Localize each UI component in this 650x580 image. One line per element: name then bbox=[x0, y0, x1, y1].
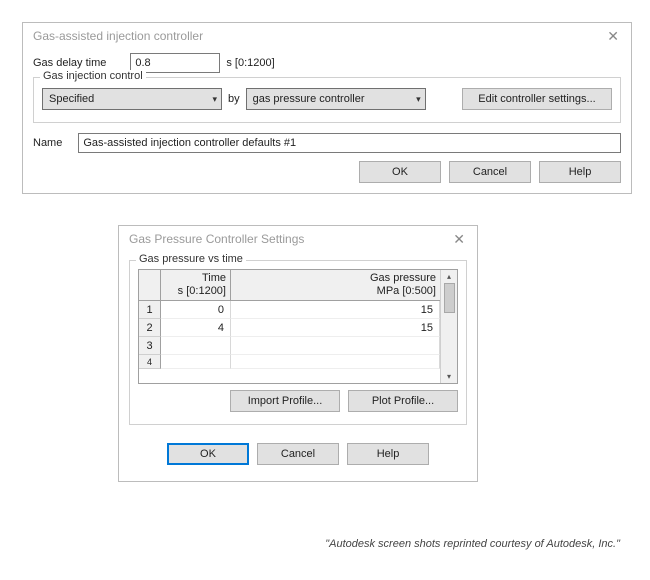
dialog1-title: Gas-assisted injection controller bbox=[33, 29, 203, 43]
gas-delay-unit: s [0:1200] bbox=[226, 57, 274, 69]
row-number: 2 bbox=[139, 319, 161, 337]
name-input[interactable]: Gas-assisted injection controller defaul… bbox=[78, 133, 621, 153]
table-row[interactable]: 3 bbox=[139, 337, 440, 355]
ok-button[interactable]: OK bbox=[167, 443, 249, 465]
table-row[interactable]: 2 4 15 bbox=[139, 319, 440, 337]
method-select-value: Specified bbox=[49, 93, 94, 105]
gas-delay-label: Gas delay time bbox=[33, 57, 106, 69]
cell-time[interactable]: 4 bbox=[161, 319, 231, 337]
scroll-up-icon[interactable]: ▴ bbox=[447, 272, 451, 281]
gas-assisted-injection-dialog: Gas-assisted injection controller ✕ Gas … bbox=[22, 22, 632, 194]
gas-pressure-controller-settings-dialog: Gas Pressure Controller Settings ✕ Gas p… bbox=[118, 225, 478, 482]
import-profile-button[interactable]: Import Profile... bbox=[230, 390, 340, 412]
vertical-scrollbar[interactable]: ▴ ▾ bbox=[440, 270, 457, 383]
scroll-thumb[interactable] bbox=[444, 283, 455, 313]
name-label: Name bbox=[33, 137, 62, 149]
cell-time[interactable]: 0 bbox=[161, 301, 231, 319]
gas-pressure-vs-time-group: Gas pressure vs time Time s [0:1200] Gas… bbox=[129, 260, 467, 425]
help-button[interactable]: Help bbox=[347, 443, 429, 465]
cell-pressure[interactable] bbox=[231, 355, 440, 369]
by-select-value: gas pressure controller bbox=[253, 93, 365, 105]
group-title: Gas pressure vs time bbox=[136, 253, 246, 265]
column-header-pressure: Gas pressure MPa [0:500] bbox=[231, 270, 440, 300]
chevron-down-icon: ▾ bbox=[416, 94, 421, 105]
gas-injection-control-group: Gas injection control Specified ▾ by gas… bbox=[33, 77, 621, 123]
pressure-time-grid[interactable]: Time s [0:1200] Gas pressure MPa [0:500]… bbox=[138, 269, 458, 384]
credit-text: "Autodesk screen shots reprinted courtes… bbox=[325, 538, 620, 550]
row-number: 3 bbox=[139, 337, 161, 355]
method-select[interactable]: Specified ▾ bbox=[42, 88, 222, 110]
row-header-blank bbox=[139, 270, 161, 300]
table-row[interactable]: 4 bbox=[139, 355, 440, 369]
cell-pressure[interactable]: 15 bbox=[231, 319, 440, 337]
cancel-button[interactable]: Cancel bbox=[449, 161, 531, 183]
chevron-down-icon: ▾ bbox=[212, 94, 217, 105]
row-number: 1 bbox=[139, 301, 161, 319]
table-row[interactable]: 1 0 15 bbox=[139, 301, 440, 319]
plot-profile-button[interactable]: Plot Profile... bbox=[348, 390, 458, 412]
close-icon[interactable]: ✕ bbox=[603, 29, 623, 43]
by-label: by bbox=[228, 93, 240, 105]
column-header-time: Time s [0:1200] bbox=[161, 270, 231, 300]
edit-controller-settings-button[interactable]: Edit controller settings... bbox=[462, 88, 612, 110]
cell-time[interactable] bbox=[161, 337, 231, 355]
close-icon[interactable]: ✕ bbox=[449, 232, 469, 246]
cell-pressure[interactable]: 15 bbox=[231, 301, 440, 319]
dialog2-titlebar: Gas Pressure Controller Settings ✕ bbox=[119, 226, 477, 252]
cell-pressure[interactable] bbox=[231, 337, 440, 355]
scroll-down-icon[interactable]: ▾ bbox=[447, 372, 451, 381]
row-number: 4 bbox=[139, 355, 161, 369]
help-button[interactable]: Help bbox=[539, 161, 621, 183]
ok-button[interactable]: OK bbox=[359, 161, 441, 183]
group-title: Gas injection control bbox=[40, 70, 146, 82]
cell-time[interactable] bbox=[161, 355, 231, 369]
dialog1-titlebar: Gas-assisted injection controller ✕ bbox=[23, 23, 631, 49]
by-select[interactable]: gas pressure controller ▾ bbox=[246, 88, 426, 110]
dialog2-title: Gas Pressure Controller Settings bbox=[129, 232, 304, 246]
cancel-button[interactable]: Cancel bbox=[257, 443, 339, 465]
